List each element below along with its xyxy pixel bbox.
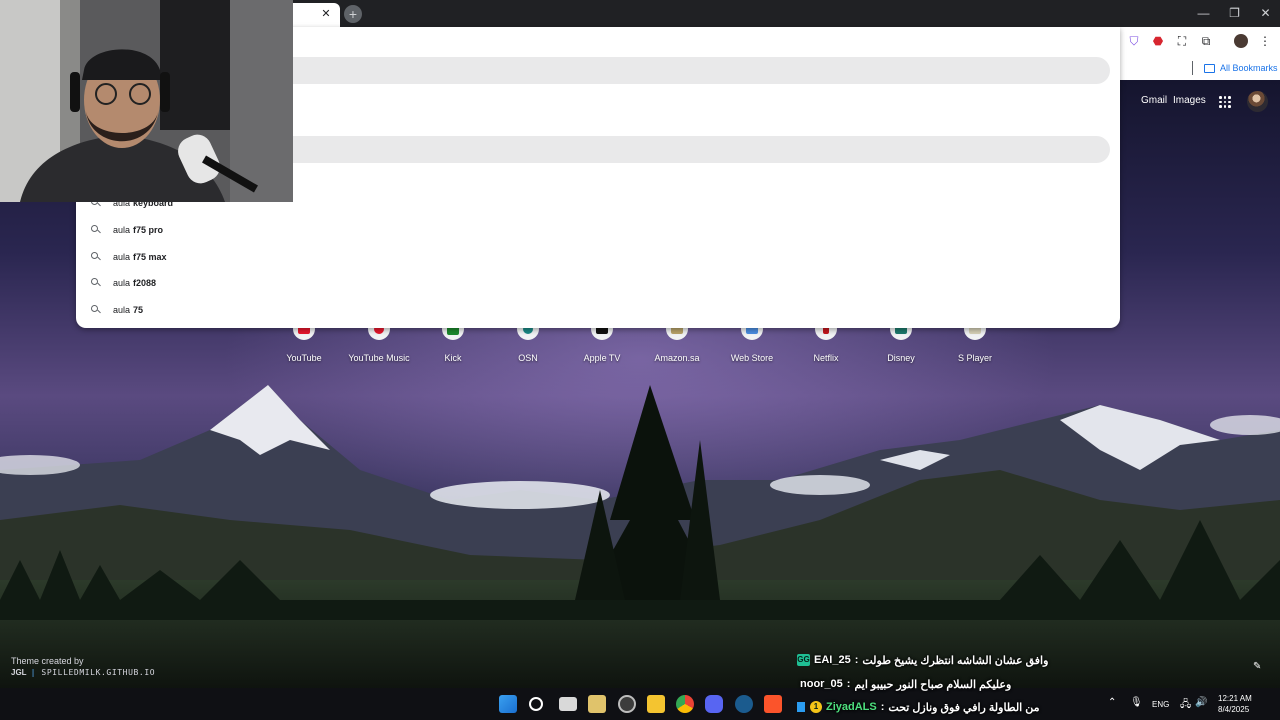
extensions-puzzle-icon[interactable]: ⧉ [1199, 34, 1213, 48]
chat-username: ZiyadALS [826, 701, 877, 713]
tab-close-icon[interactable]: ✕ [318, 6, 334, 22]
chat-username: noor_05 [800, 678, 843, 690]
google-apps-icon[interactable] [1219, 96, 1231, 108]
suggestion-completion: f75 pro [133, 225, 164, 235]
menu-kebab-icon[interactable]: ⋮ [1258, 34, 1272, 48]
shortcut-label: Apple TV [583, 353, 621, 363]
shortcut-label: OSN [518, 353, 538, 363]
store-icon[interactable] [588, 695, 606, 713]
suggestion-completion: f2088 [133, 278, 157, 288]
search-icon[interactable] [529, 697, 543, 711]
network-icon[interactable]: 🖧 [1180, 697, 1191, 714]
theme-credit-label: Theme created by [11, 656, 84, 666]
images-link[interactable]: Images [1173, 95, 1206, 106]
shield-extension-icon[interactable]: ⛉ [1127, 34, 1141, 48]
new-tab-button[interactable]: + [344, 5, 362, 23]
chat-message: 1 ZiyadALS : من الطاولة رافي فوق ونازل ت… [797, 699, 1040, 715]
chat-username: EAI_25 [814, 654, 851, 666]
microphone-icon[interactable]: 🎙 [1130, 697, 1143, 708]
chat-text: وافق عشان الشاشه انتظرك يشيخ طولت [862, 654, 1049, 667]
suggestion-prefix: aula [113, 305, 131, 315]
suggestion-item[interactable]: aula f2088 [90, 272, 1110, 294]
restore-button[interactable]: ❐ [1219, 0, 1250, 27]
gmail-link[interactable]: Gmail [1141, 95, 1167, 106]
suggestion-prefix: aula [113, 225, 131, 235]
tray-overflow-chevron-icon[interactable]: ⌃ [1108, 697, 1116, 708]
shortcut-label: Amazon.sa [654, 353, 700, 363]
suggestion-item[interactable]: aula f75 pro [90, 219, 1110, 241]
shortcut-label: Disney [887, 353, 915, 363]
steam-icon[interactable] [735, 695, 753, 713]
shortcut-label: YouTube [286, 353, 322, 363]
adblock-extension-icon[interactable]: ⬣ [1151, 34, 1165, 48]
suggestion-completion: f75 max [133, 252, 167, 262]
file-explorer-icon[interactable] [647, 695, 665, 713]
profile-icon[interactable] [1234, 34, 1248, 48]
chat-text: وعليكم السلام صباح النور حبيبو ايم [854, 678, 1012, 691]
folder-icon [1204, 63, 1215, 73]
suggestion-item[interactable]: aula f75 max [90, 246, 1110, 268]
shortcut-label: YouTube Music [348, 353, 410, 363]
google-account-avatar[interactable] [1247, 91, 1268, 112]
search-icon [90, 277, 102, 289]
all-bookmarks-button[interactable]: All Bookmarks [1204, 59, 1278, 77]
theme-credit[interactable]: Theme created by JGL | SPILLEDMILK.GITHUB… [11, 656, 155, 677]
shortcut-label: Kick [444, 353, 462, 363]
minimize-button[interactable]: — [1188, 0, 1219, 27]
theme-site: SPILLEDMILK.GITHUB.IO [41, 668, 156, 677]
windows-taskbar: ⌃ 🎙 ENG 🖧 🔊 12:21 AM 8/4/2025 [0, 688, 1280, 720]
close-window-button[interactable]: ✕ [1250, 0, 1280, 27]
discord-icon[interactable] [705, 695, 723, 713]
webcam-overlay [0, 0, 293, 202]
chat-message: GG EAI_25 : وافق عشان الشاشه انتظرك يشيخ… [797, 654, 1049, 667]
chat-badge: 1 [810, 701, 822, 713]
search-icon [90, 304, 102, 316]
screenshot-extension-icon[interactable]: ⛶ [1175, 34, 1189, 48]
shortcut-label: Netflix [813, 353, 839, 363]
chat-message: noor_05 : وعليكم السلام صباح النور حبيبو… [800, 678, 1012, 691]
volume-icon[interactable]: 🔊 [1195, 697, 1207, 708]
suggestion-item[interactable]: aula 75 [90, 299, 1110, 321]
chat-box-icon [797, 702, 805, 712]
brave-icon[interactable] [764, 695, 782, 713]
language-indicator[interactable]: ENG [1152, 700, 1169, 709]
windows-start-icon[interactable] [499, 695, 517, 713]
shortcut-label: S Player [957, 353, 992, 363]
chrome-icon[interactable] [676, 695, 694, 713]
obs-icon[interactable] [618, 695, 636, 713]
clock-time[interactable]: 12:21 AM [1218, 694, 1252, 703]
suggestion-prefix: aula [113, 278, 131, 288]
search-icon [90, 251, 102, 263]
theme-brand: JGL [11, 668, 27, 677]
task-view-icon[interactable] [559, 697, 577, 711]
customize-pencil-icon[interactable]: ✎ [1253, 661, 1264, 672]
suggestion-prefix: aula [113, 252, 131, 262]
clock-date[interactable]: 8/4/2025 [1218, 705, 1249, 714]
chat-text: من الطاولة رافي فوق ونازل تحت [888, 701, 1040, 714]
suggestion-completion: 75 [133, 305, 144, 315]
search-icon [90, 224, 102, 236]
shortcut-label: Web Store [730, 353, 774, 363]
chat-badge: GG [797, 654, 810, 666]
bookmarks-divider [1192, 61, 1193, 75]
all-bookmarks-label: All Bookmarks [1220, 63, 1278, 73]
